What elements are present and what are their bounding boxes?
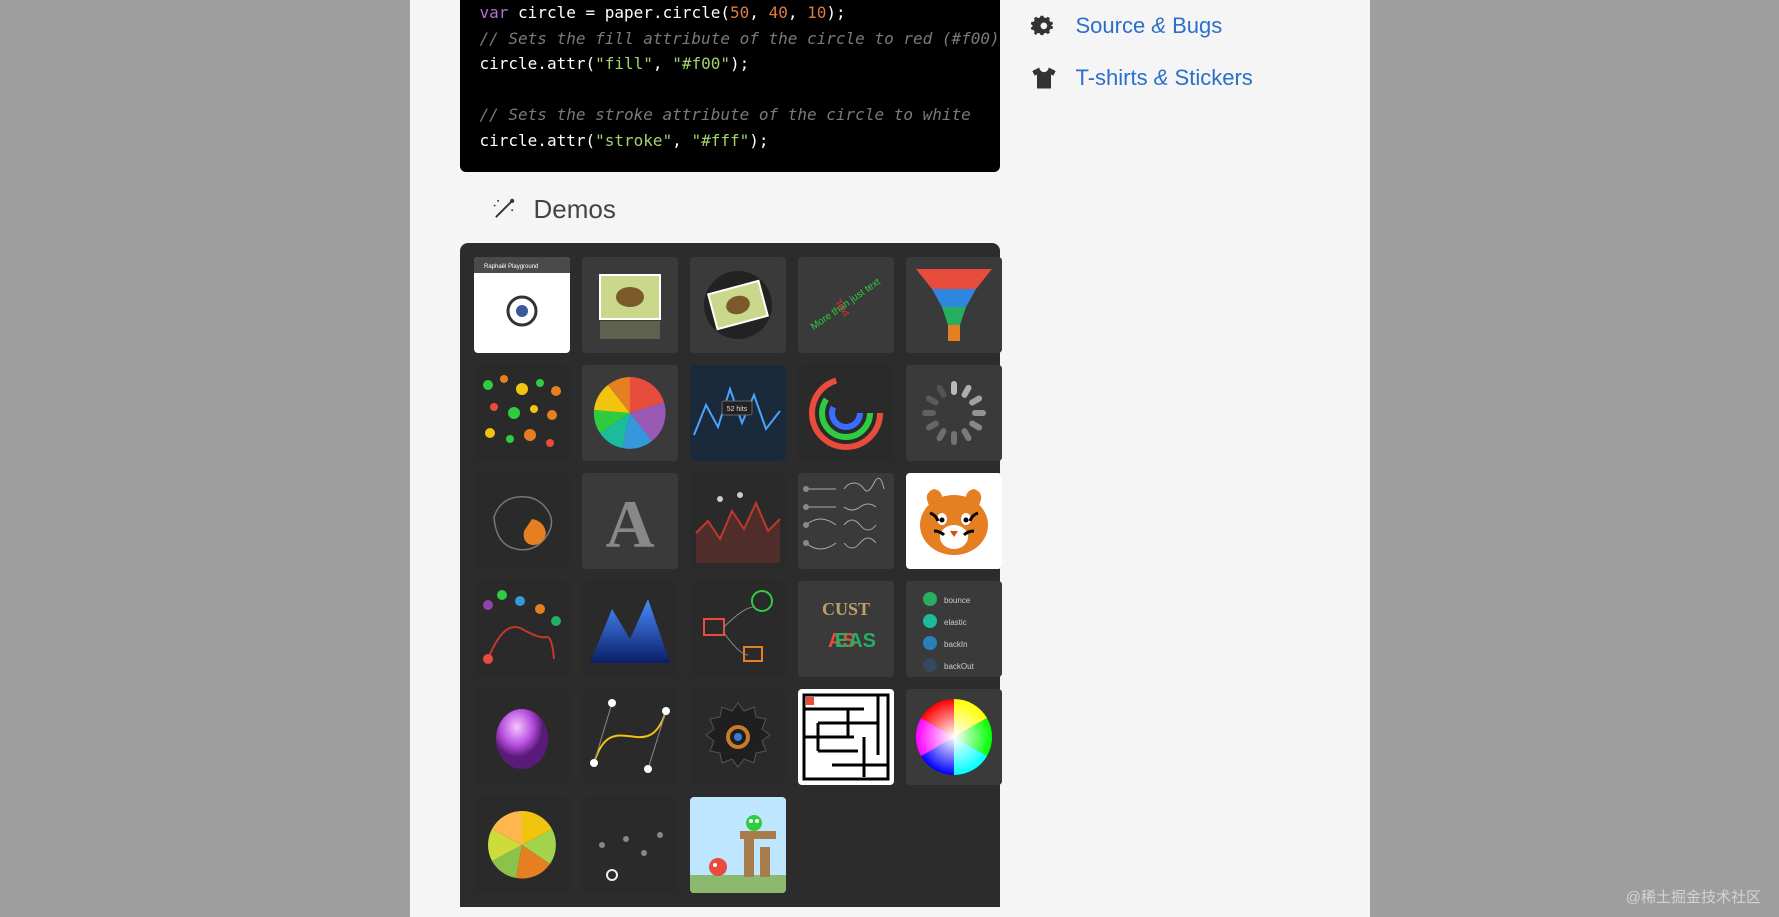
svg-text:EAS: EAS	[834, 630, 875, 652]
svg-text:Raphaël Playground: Raphaël Playground	[484, 264, 538, 270]
demo-tile-graffle[interactable]	[690, 581, 786, 677]
demo-tile-dots2[interactable]	[582, 797, 678, 893]
demo-tile-ball[interactable]	[474, 581, 570, 677]
watermark: @稀土掘金技术社区	[1626, 886, 1761, 907]
tshirt-icon	[1030, 64, 1058, 92]
demos-heading: Demos	[534, 194, 616, 225]
wand-icon	[490, 195, 518, 223]
svg-text:backIn: backIn	[944, 640, 968, 649]
demo-tile-letter[interactable]: A	[582, 473, 678, 569]
link-source-bugs[interactable]: Source & Bugs	[1030, 0, 1330, 52]
gear-icon	[1030, 12, 1058, 40]
demo-tile-dots[interactable]	[474, 365, 570, 461]
svg-text:elastic: elastic	[944, 618, 967, 627]
link-label: Source & Bugs	[1076, 13, 1223, 39]
code-block: var circle = paper.circle(50, 40, 10); /…	[460, 0, 1000, 172]
demo-tile-polar[interactable]	[798, 365, 894, 461]
demo-tile-reflection[interactable]	[582, 257, 678, 353]
demo-tile-easing-list[interactable]: bounce elastic backIn backOut	[906, 581, 1002, 677]
svg-text:CUST: CUST	[821, 599, 869, 619]
demo-tile-micro-chart[interactable]	[690, 473, 786, 569]
demo-tile-easing[interactable]	[798, 473, 894, 569]
demo-tile-color-wheel[interactable]	[906, 689, 1002, 785]
demo-tile-text-rotation[interactable]: More than just textText	[798, 257, 894, 353]
link-tshirts-stickers[interactable]: T-shirts & Stickers	[1030, 52, 1330, 104]
demo-tile-analytics[interactable]: 52 hits	[690, 365, 786, 461]
demo-tile-australia[interactable]	[474, 473, 570, 569]
sidebar: Source & Bugs T-shirts & Stickers	[1000, 0, 1370, 917]
demo-tile-mountain[interactable]	[582, 581, 678, 677]
svg-text:52 hits: 52 hits	[726, 406, 747, 413]
demos-heading-row: Demos	[460, 172, 1000, 243]
demo-tile-maze[interactable]	[798, 689, 894, 785]
demo-tile-funnel[interactable]	[906, 257, 1002, 353]
demo-tile-angry[interactable]	[690, 797, 786, 893]
demos-panel: Raphaël Playground More than just textTex…	[460, 243, 1000, 907]
svg-text:backOut: backOut	[944, 662, 975, 671]
demo-tile-tiger[interactable]	[906, 473, 1002, 569]
demo-tile-pie2[interactable]	[474, 797, 570, 893]
demo-tile-pie[interactable]	[582, 365, 678, 461]
demo-tile-gear[interactable]	[690, 689, 786, 785]
demo-tile-rotation[interactable]	[690, 257, 786, 353]
demo-tile-playground[interactable]: Raphaël Playground	[474, 257, 570, 353]
demo-tile-curver[interactable]	[582, 689, 678, 785]
demo-tile-custom[interactable]: CUSTASEAS	[798, 581, 894, 677]
link-label: T-shirts & Stickers	[1076, 65, 1253, 91]
svg-text:bounce: bounce	[944, 596, 971, 605]
svg-text:A: A	[605, 486, 654, 562]
demo-tile-spinner[interactable]	[906, 365, 1002, 461]
demo-tile-sphere[interactable]	[474, 689, 570, 785]
